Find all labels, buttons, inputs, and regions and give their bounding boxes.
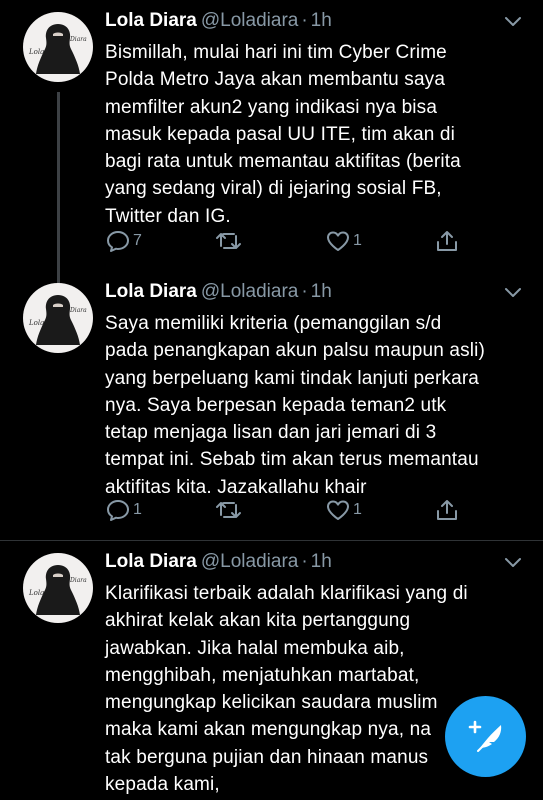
svg-text:Lola: Lola [28, 48, 44, 56]
tweet-header: Lola Diara @Loladiara · 1h [105, 549, 332, 575]
tweet-text-line: jawabkan. Jika halal membuka aib, [105, 637, 405, 659]
retweet-button[interactable] [215, 227, 245, 255]
user-handle[interactable]: @Loladiara [201, 281, 298, 302]
like-button[interactable]: 1 [325, 227, 362, 255]
display-name[interactable]: Lola Diara [105, 281, 197, 302]
tweet-text-line: Klarifikasi terbaik adalah klarifikasi y… [105, 583, 468, 604]
reply-button[interactable]: 7 [105, 227, 142, 255]
tweet-text-line: Twitter dan IG. [105, 205, 231, 227]
tweet-text-line: tetap menjaga lisan dan jari jemari di 3 [105, 422, 437, 444]
avatar-hijab-figure-icon: Lola Diara [28, 295, 87, 345]
heart-icon [327, 231, 349, 251]
tweet[interactable]: Lola Diara Lola Diara @Loladiara · 1h Saya … [0, 278, 543, 529]
svg-text:Diara: Diara [69, 36, 87, 43]
tweet-text-line: mengghibah, menjatuhkan martabat, [105, 664, 420, 686]
like-button[interactable]: 1 [325, 496, 362, 524]
tweet-actions: 1 1 [105, 496, 525, 524]
reply-count: 7 [133, 232, 142, 249]
timestamp[interactable]: 1h [311, 281, 332, 302]
chevron-down-icon[interactable] [504, 557, 522, 569]
avatar[interactable]: Lola Diara [23, 283, 93, 353]
tweet-text-line: tempat ini. Sebab tim akan terus memanta… [105, 449, 479, 471]
retweet-icon [216, 502, 241, 518]
share-icon [437, 500, 457, 520]
chevron-down-icon[interactable] [504, 16, 522, 28]
tweet-text-line: Saya memiliki kriteria (pemanggilan s/d [105, 313, 442, 334]
like-count: 1 [353, 501, 362, 518]
chevron-down-icon[interactable] [504, 287, 522, 299]
user-handle[interactable]: @Loladiara [201, 10, 298, 31]
tweet-header: Lola Diara @Loladiara · 1h [105, 8, 332, 34]
tweet-text-line: memfilter akun2 yang indikasi nya bisa [105, 96, 438, 118]
tweet-divider [0, 540, 543, 541]
tweet-text-line: nya. Saya berpesan kepada teman2 utk [105, 394, 447, 416]
share-button[interactable] [434, 496, 460, 524]
share-button[interactable] [434, 227, 460, 255]
timestamp[interactable]: 1h [311, 551, 332, 572]
share-icon [437, 231, 457, 251]
timestamp[interactable]: 1h [311, 10, 332, 31]
retweet-button[interactable] [215, 496, 245, 524]
svg-text:Lola: Lola [28, 589, 44, 597]
tweet-text: Saya memiliki kriteria (pemanggilan s/d … [105, 310, 525, 501]
tweet-text-line: masuk kepada pasal UU ITE, tim akan di [105, 123, 455, 145]
tweet-actions: 7 1 [105, 227, 525, 255]
heart-icon [327, 500, 349, 520]
tweet-text-line: akhirat kelak akan kita pertanggung [105, 610, 411, 632]
tweet-text-line: bagi rata untuk memantau aktifitas (beri… [105, 151, 461, 173]
reply-icon [107, 231, 129, 252]
display-name[interactable]: Lola Diara [105, 10, 197, 31]
tweet-text-line: kepada kami, [105, 774, 220, 796]
separator: · [301, 281, 308, 302]
avatar[interactable]: Lola Diara [23, 553, 93, 623]
separator: · [301, 551, 308, 572]
tweet-text-line: yang sedang viral) di jejaring sosial FB… [105, 178, 442, 200]
svg-text:Lola: Lola [28, 319, 44, 327]
reply-icon [107, 500, 129, 521]
thread-line [57, 92, 60, 278]
tweet-text-line: pada penangkapan akun palsu maupun asli) [105, 340, 485, 362]
tweet-text-line: Polda Metro Jaya akan membantu saya [105, 69, 446, 91]
separator: · [301, 10, 308, 31]
avatar-hijab-figure-icon: Lola Diara [28, 565, 87, 615]
reply-count: 1 [133, 501, 142, 518]
tweet[interactable]: Lola Diara Lola Diara @Loladiara · 1h Bismi… [0, 8, 543, 278]
tweet-header: Lola Diara @Loladiara · 1h [105, 279, 332, 305]
reply-button[interactable]: 1 [105, 496, 142, 524]
avatar-hijab-figure-icon: Lola Diara [28, 24, 87, 74]
user-handle[interactable]: @Loladiara [201, 551, 298, 572]
svg-text:Diara: Diara [69, 307, 87, 314]
tweet-text: Bismillah, mulai hari ini tim Cyber Crim… [105, 39, 525, 230]
tweet-text-line: yang berpeluang kami tindak lanjuti perk… [105, 367, 480, 389]
tweet-text-line: Bismillah, mulai hari ini tim Cyber Crim… [105, 42, 447, 63]
compose-tweet-button[interactable] [445, 696, 526, 777]
retweet-icon [216, 233, 241, 249]
avatar[interactable]: Lola Diara [23, 12, 93, 82]
svg-text:Diara: Diara [69, 577, 87, 584]
compose-feather-plus-icon [468, 720, 501, 752]
like-count: 1 [353, 232, 362, 249]
display-name[interactable]: Lola Diara [105, 551, 197, 572]
